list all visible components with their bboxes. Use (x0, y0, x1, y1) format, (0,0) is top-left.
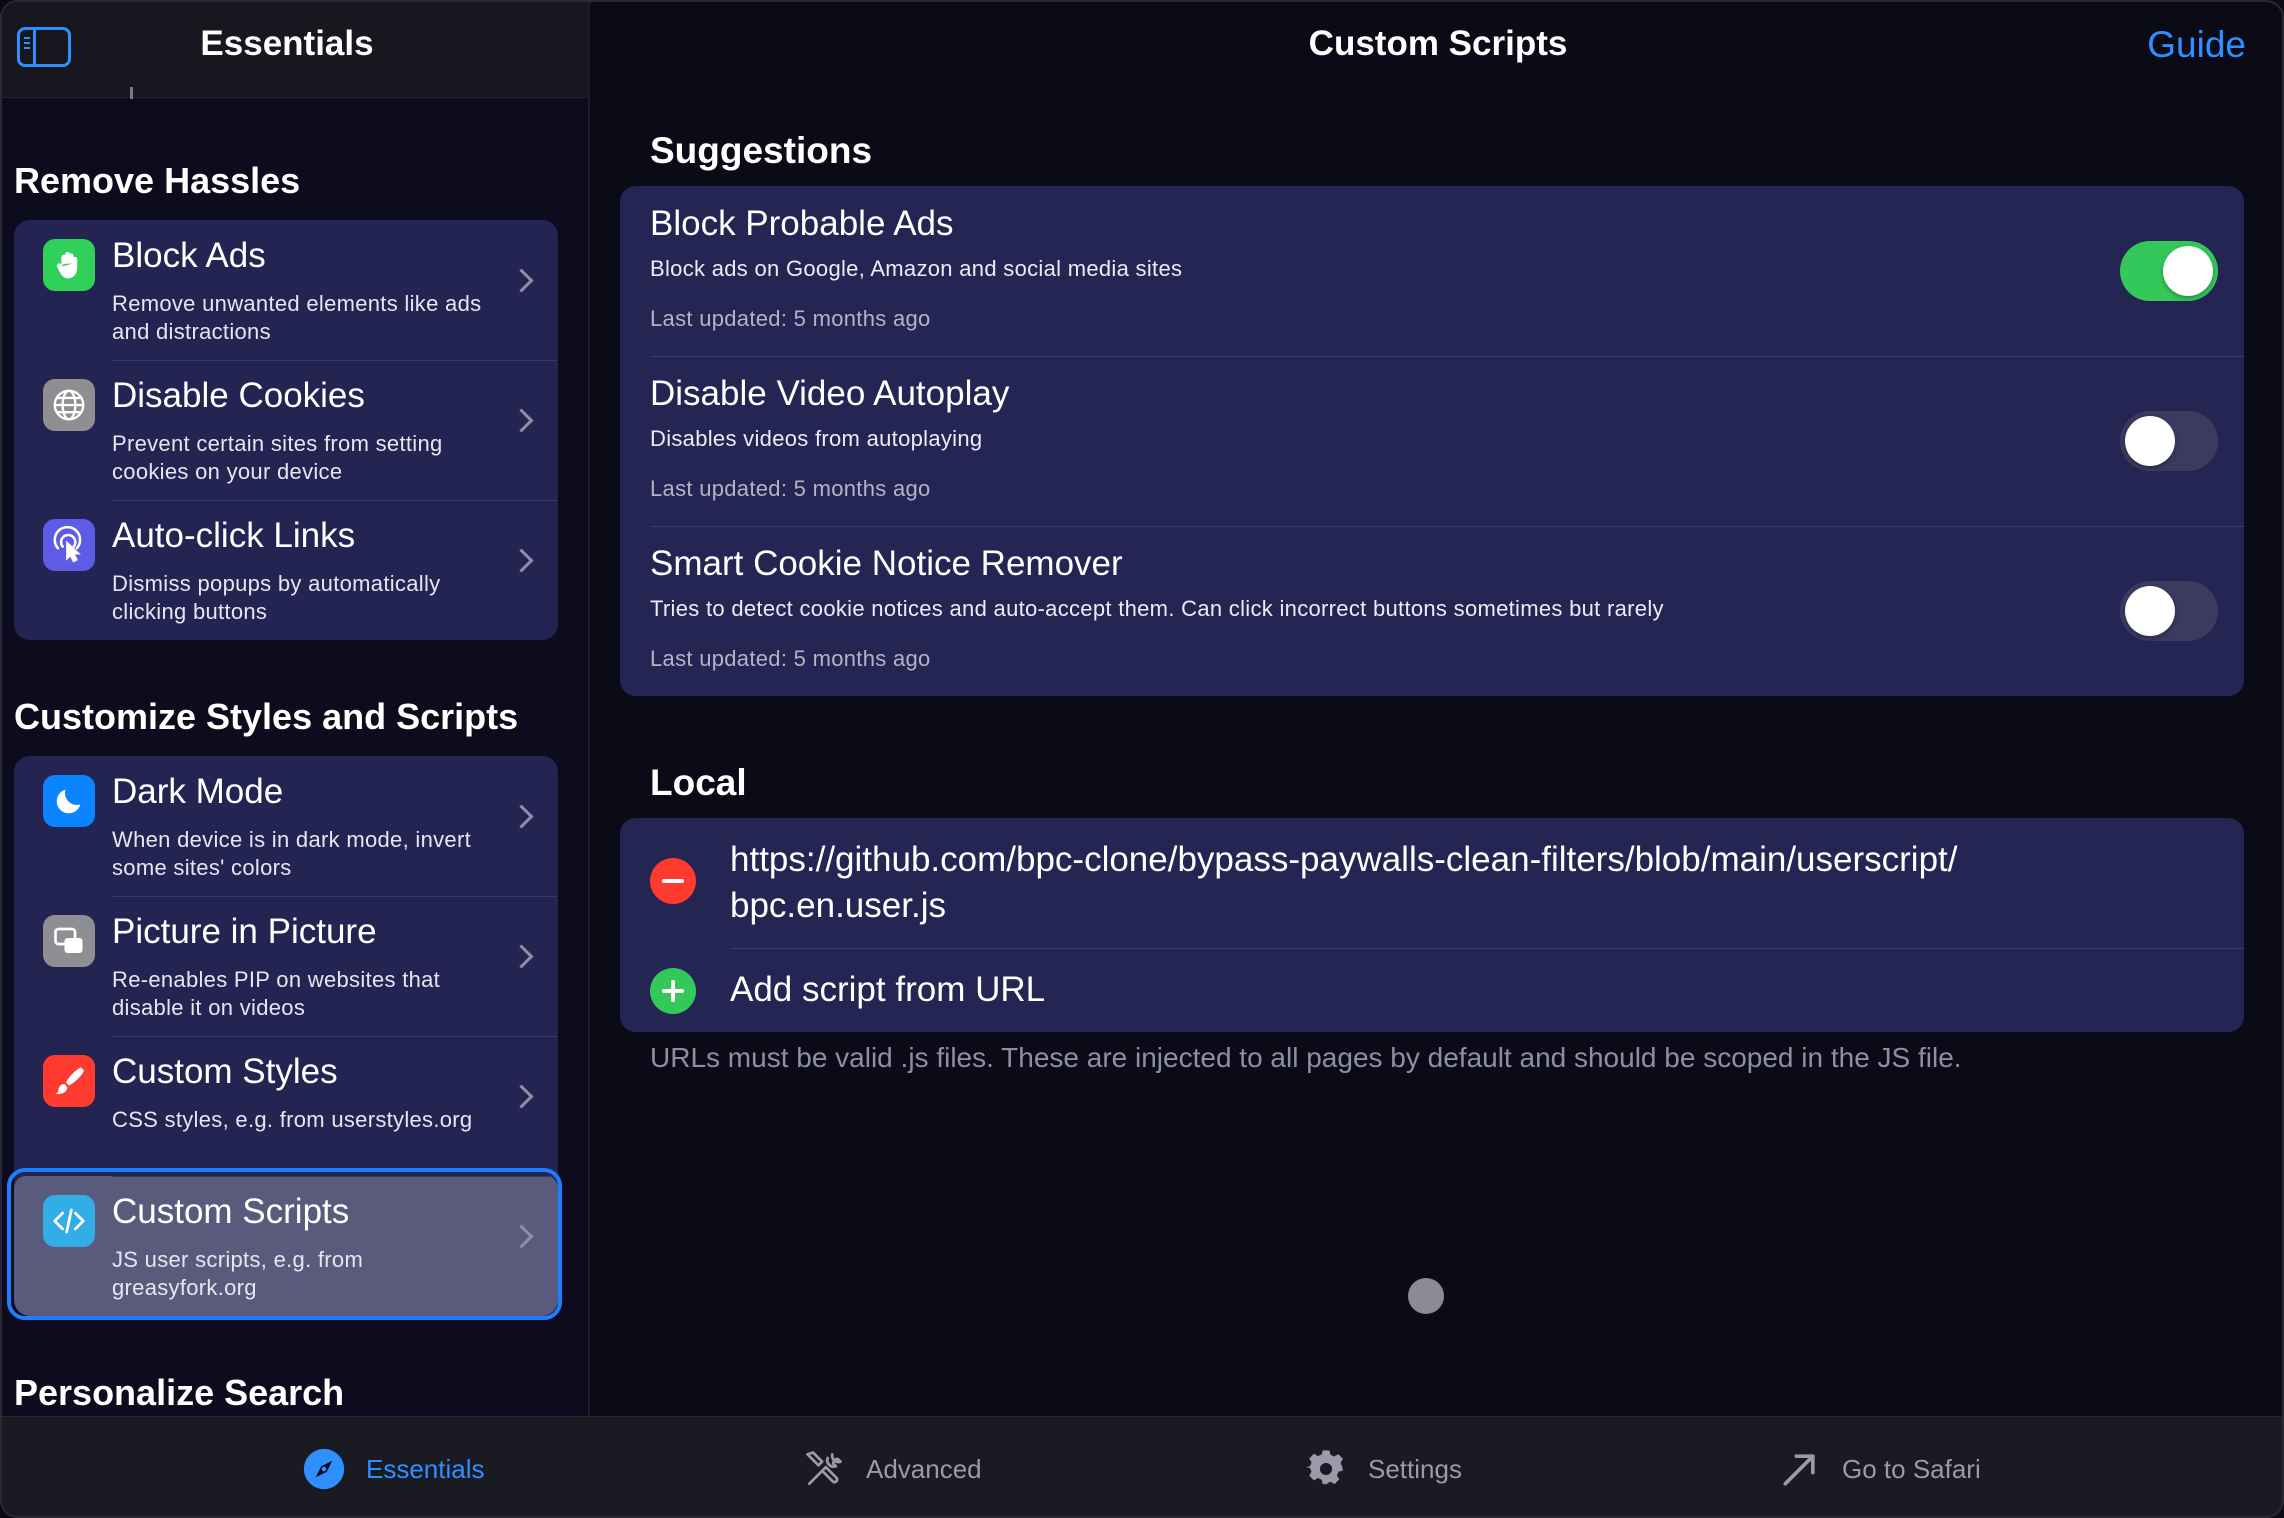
disable-video-autoplay-toggle[interactable] (2120, 411, 2218, 471)
sidebar-item-title: Block Ads (112, 236, 266, 275)
local-scripts-list: https://github.com/bpc-clone/bypass-payw… (620, 818, 2244, 1032)
section-title-personalize-search: Personalize Search (14, 1372, 345, 1413)
sidebar: Essentials Remove Hassles Block Ads Remo… (2, 2, 590, 1416)
suggestions-list: Block Probable Ads Block ads on Google, … (620, 186, 2244, 696)
sidebar-item-picture-in-picture[interactable]: Picture in Picture Re-enables PIP on web… (14, 896, 558, 1036)
chevron-right-icon (509, 268, 534, 293)
chevron-right-icon (509, 804, 534, 829)
script-url-line: bpc.en.user.js (730, 886, 946, 925)
add-icon[interactable] (650, 968, 696, 1014)
sidebar-item-dark-mode[interactable]: Dark Mode When device is in dark mode, i… (14, 756, 558, 896)
tab-essentials[interactable]: Essentials (302, 1417, 485, 1516)
sidebar-item-auto-click-links[interactable]: Auto-click Links Dismiss popups by autom… (14, 500, 558, 640)
gear-icon (1304, 1447, 1348, 1491)
section-title-remove-hassles: Remove Hassles (14, 160, 301, 201)
script-url-line: https://github.com/bpc-clone/bypass-payw… (730, 840, 1958, 879)
page-title: Custom Scripts (1308, 24, 1568, 63)
smart-cookie-notice-remover-toggle[interactable] (2120, 581, 2218, 641)
sidebar-item-title: Custom Styles (112, 1052, 338, 1091)
chevron-right-icon (509, 944, 534, 969)
clipped-text-fragment (130, 87, 133, 99)
sidebar-item-subtitle: Re-enables PIP on websites that disable … (112, 967, 441, 1020)
suggestion-description: Block ads on Google, Amazon and social m… (650, 256, 1183, 281)
globe-icon (43, 379, 95, 431)
tab-label: Essentials (366, 1453, 485, 1484)
selection-focus-ring (7, 1168, 562, 1320)
sidebar-item-title: Picture in Picture (112, 912, 377, 951)
sidebar-item-subtitle: When device is in dark mode, invert some… (112, 827, 471, 880)
suggestion-updated: Last updated: 5 months ago (650, 646, 931, 671)
sidebar-item-subtitle: Remove unwanted elements like ads and di… (112, 291, 482, 344)
section-title-suggestions: Suggestions (650, 130, 873, 171)
pip-icon (43, 915, 95, 967)
sidebar-item-title: Auto-click Links (112, 516, 356, 555)
section-title-customize: Customize Styles and Scripts (14, 696, 519, 737)
local-script-row: https://github.com/bpc-clone/bypass-payw… (620, 818, 2244, 948)
suggestion-row: Smart Cookie Notice Remover Tries to det… (620, 526, 2244, 696)
arrow-up-right-icon (1778, 1447, 1822, 1491)
tab-advanced[interactable]: Advanced (802, 1417, 982, 1516)
block-probable-ads-toggle[interactable] (2120, 241, 2218, 301)
suggestion-updated: Last updated: 5 months ago (650, 476, 931, 501)
chevron-right-icon (509, 548, 534, 573)
moon-icon (43, 775, 95, 827)
tab-go-to-safari[interactable]: Go to Safari (1778, 1417, 1981, 1516)
tools-icon (802, 1447, 846, 1491)
suggestion-row: Disable Video Autoplay Disables videos f… (620, 356, 2244, 526)
suggestion-description: Tries to detect cookie notices and auto-… (650, 596, 1664, 621)
script-url[interactable]: https://github.com/bpc-clone/bypass-payw… (730, 837, 1957, 929)
suggestion-title: Block Probable Ads (650, 204, 954, 243)
main-panel: Custom Scripts Guide Suggestions Block P… (590, 2, 2282, 1416)
sidebar-header: Essentials (2, 2, 588, 98)
compass-icon (302, 1447, 346, 1491)
toggle-knob (2125, 416, 2175, 466)
sidebar-item-subtitle: Dismiss popups by automatically clicking… (112, 571, 441, 624)
sidebar-item-block-ads[interactable]: Block Ads Remove unwanted elements like … (14, 220, 558, 360)
sidebar-item-custom-styles[interactable]: Custom Styles CSS styles, e.g. from user… (14, 1036, 558, 1176)
local-footnote: URLs must be valid .js files. These are … (650, 1042, 1962, 1073)
hand-raised-icon (43, 239, 95, 291)
remove-script-icon[interactable] (650, 858, 696, 904)
paintbrush-icon (43, 1055, 95, 1107)
toggle-knob (2125, 586, 2175, 636)
sidebar-item-disable-cookies[interactable]: Disable Cookies Prevent certain sites fr… (14, 360, 558, 500)
sidebar-item-subtitle: Prevent certain sites from setting cooki… (112, 431, 443, 484)
tap-icon (43, 519, 95, 571)
guide-button[interactable]: Guide (2147, 24, 2246, 66)
suggestion-title: Smart Cookie Notice Remover (650, 544, 1123, 583)
tab-bar: Essentials Advanced Settings Go to Safar… (2, 1416, 2282, 1516)
chevron-right-icon (509, 1084, 534, 1109)
tab-settings[interactable]: Settings (1304, 1417, 1462, 1516)
add-script-row[interactable]: Add script from URL (620, 948, 2244, 1032)
tab-label: Settings (1368, 1453, 1462, 1484)
sidebar-item-title: Dark Mode (112, 772, 284, 811)
suggestion-description: Disables videos from autoplaying (650, 426, 983, 451)
tab-label: Advanced (866, 1453, 982, 1484)
tab-label: Go to Safari (1842, 1453, 1981, 1484)
toggle-knob (2163, 246, 2213, 296)
add-script-label: Add script from URL (730, 970, 1046, 1009)
sidebar-title: Essentials (200, 24, 374, 63)
remove-hassles-list: Block Ads Remove unwanted elements like … (14, 220, 558, 640)
suggestion-row: Block Probable Ads Block ads on Google, … (620, 186, 2244, 356)
sidebar-item-subtitle: CSS styles, e.g. from userstyles.org (112, 1107, 473, 1132)
section-title-local: Local (650, 762, 747, 803)
pointer-cursor (1408, 1278, 1444, 1314)
suggestion-updated: Last updated: 5 months ago (650, 306, 931, 331)
app-window: Essentials Remove Hassles Block Ads Remo… (0, 0, 2284, 1518)
sidebar-item-title: Disable Cookies (112, 376, 365, 415)
chevron-right-icon (509, 408, 534, 433)
suggestion-title: Disable Video Autoplay (650, 374, 1010, 413)
